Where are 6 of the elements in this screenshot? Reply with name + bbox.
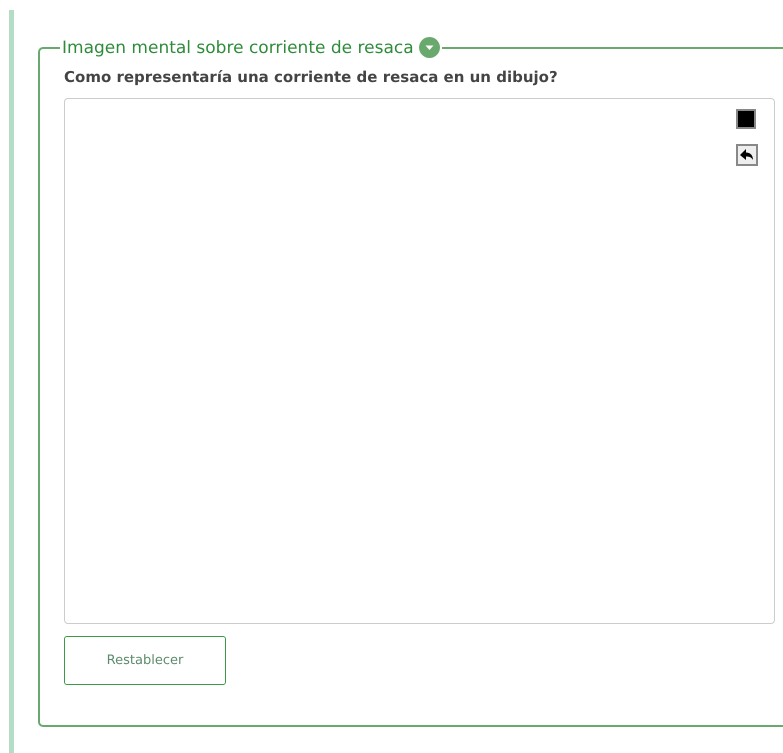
question-text: Como representaría una corriente de resaca en un dibujo? [64,68,559,86]
section-title: Imagen mental sobre corriente de resaca [62,38,414,58]
color-swatch[interactable] [736,109,756,129]
collapse-icon[interactable] [418,37,440,58]
undo-icon[interactable] [736,144,758,166]
reset-button[interactable]: Restablecer [64,636,226,685]
